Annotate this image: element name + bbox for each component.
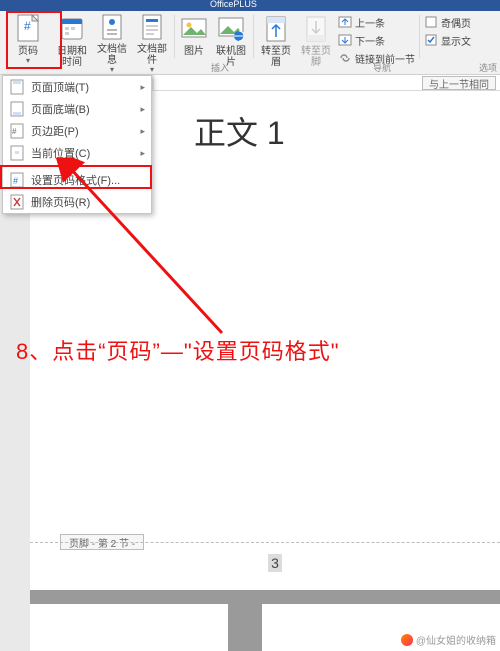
prev-section-icon xyxy=(338,15,352,29)
group-label-select: 选项 xyxy=(476,61,500,74)
online-picture-icon xyxy=(218,13,244,45)
group-label-nav: 导航 xyxy=(362,61,402,74)
menu-remove-page-number[interactable]: 删除页码(R) xyxy=(3,191,151,213)
show-doc-label: 显示文 xyxy=(441,33,471,48)
prev-section-button[interactable]: 上一条 xyxy=(338,14,415,30)
menu-page-bottom[interactable]: 页面底端(B) ▸ xyxy=(3,98,151,120)
menu-current-pos-label: 当前位置(C) xyxy=(31,145,90,161)
group-label-insert: 插入 xyxy=(200,61,240,74)
next-section-button[interactable]: 下一条 xyxy=(338,32,415,48)
same-as-prev-tag: 与上一节相同 xyxy=(422,76,496,90)
menu-page-margin[interactable]: # 页边距(P) ▸ xyxy=(3,120,151,142)
format-page-number-icon: # xyxy=(9,172,25,188)
next-page-center-gap xyxy=(228,604,262,651)
diff-odd-even-label: 奇偶页 xyxy=(441,15,471,30)
page-number-dropdown: 页面顶端(T) ▸ 页面底端(B) ▸ # 页边距(P) ▸ 当前位置(C) ▸… xyxy=(2,75,152,214)
menu-page-bottom-label: 页面底端(B) xyxy=(31,101,90,117)
menu-format-page-number[interactable]: # 设置页码格式(F)... xyxy=(3,169,151,191)
checkbox-icon xyxy=(424,15,438,29)
next-section-icon xyxy=(338,33,352,47)
diff-odd-even-check[interactable]: 奇偶页 xyxy=(424,14,471,30)
show-doc-check[interactable]: 显示文 xyxy=(424,32,471,48)
menu-page-top[interactable]: 页面顶端(T) ▸ xyxy=(3,76,151,98)
footer-page-number[interactable]: 3 xyxy=(268,554,282,572)
page-number-icon: # xyxy=(15,13,41,45)
title-bar-product: OfficePLUS xyxy=(210,0,257,9)
doc-parts-icon xyxy=(139,13,165,43)
page-gap xyxy=(30,590,500,604)
menu-current-pos[interactable]: 当前位置(C) ▸ xyxy=(3,142,151,164)
picture-label: 图片 xyxy=(184,46,204,57)
ribbon: # 页码 ▾ 日期和时间 文档信息 ▾ 文档部件 ▾ xyxy=(0,11,500,75)
svg-text:#: # xyxy=(13,176,18,186)
remove-page-number-icon xyxy=(9,194,25,210)
date-time-icon xyxy=(59,13,85,45)
weibo-logo-icon xyxy=(401,634,413,646)
current-pos-icon xyxy=(9,145,25,161)
submenu-arrow-icon: ▸ xyxy=(140,126,145,137)
document-header-text: 正文 1 xyxy=(194,108,285,154)
submenu-arrow-icon: ▸ xyxy=(140,82,145,93)
svg-text:#: # xyxy=(12,127,17,136)
page-margin-icon: # xyxy=(9,123,25,139)
submenu-arrow-icon: ▸ xyxy=(140,104,145,115)
submenu-arrow-icon: ▸ xyxy=(140,148,145,159)
footer-boundary-line xyxy=(30,542,500,543)
ribbon-group-labels: 插入 导航 选项 xyxy=(0,61,500,73)
menu-page-margin-label: 页边距(P) xyxy=(31,123,79,139)
page-top-icon xyxy=(9,79,25,95)
menu-remove-page-number-label: 删除页码(R) xyxy=(31,194,90,210)
goto-footer-icon xyxy=(303,13,329,45)
prev-section-label: 上一条 xyxy=(355,15,385,30)
menu-format-page-number-label: 设置页码格式(F)... xyxy=(31,172,120,188)
weibo-watermark-text: @仙女姐的收纳箱 xyxy=(416,632,496,647)
picture-icon xyxy=(181,13,207,45)
next-section-label: 下一条 xyxy=(355,33,385,48)
checkbox-checked-icon xyxy=(424,33,438,47)
goto-header-icon xyxy=(263,13,289,45)
svg-text:#: # xyxy=(24,19,31,33)
app-root: { "titlebar": { "product": "OfficePLUS" … xyxy=(0,0,500,651)
doc-info-icon xyxy=(99,13,125,43)
annotation-instruction: 8、点击“页码”—"设置页码格式" xyxy=(16,334,494,366)
menu-page-top-label: 页面顶端(T) xyxy=(31,79,89,95)
title-bar: OfficePLUS xyxy=(0,0,500,11)
weibo-watermark: @仙女姐的收纳箱 xyxy=(401,632,496,647)
page-bottom-icon xyxy=(9,101,25,117)
